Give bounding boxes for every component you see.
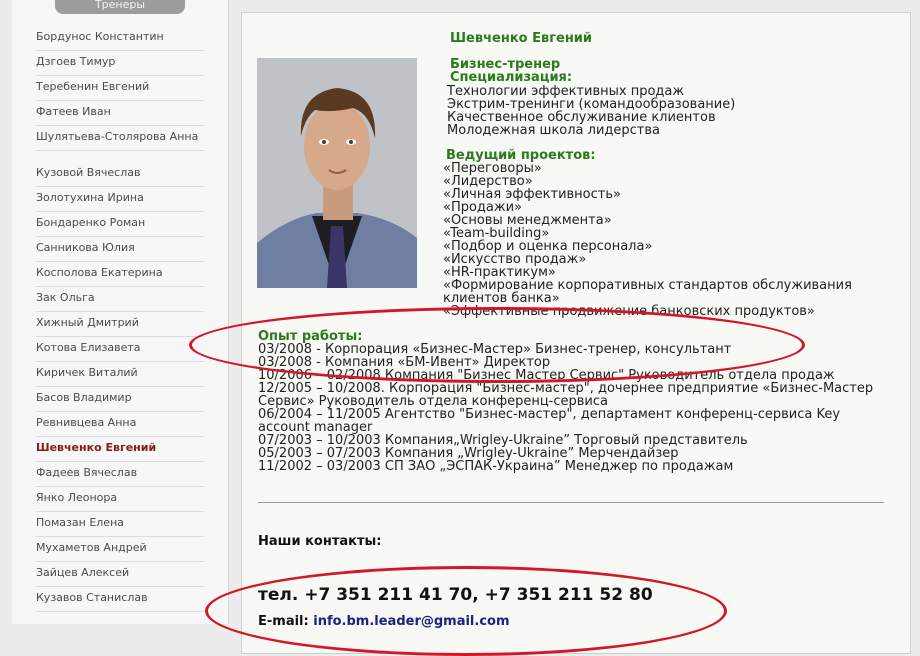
sidebar-item-trainer[interactable]: Зак Ольга [36,292,204,312]
sidebar-item-trainer[interactable]: Киричек Виталий [36,367,204,387]
sidebar-item-trainer[interactable]: Теребенин Евгений [36,81,204,101]
sidebar-item-trainer[interactable]: Санникова Юлия [36,242,204,262]
trainers-sidebar: Тренеры Бордунос Константин Дзгоев Тимур Т… [12,0,229,624]
sidebar-item-trainer[interactable]: Шевченко Евгений [36,442,204,462]
sidebar-header: Тренеры [55,0,185,14]
sidebar-item-trainer[interactable]: Бондаренко Роман [36,217,204,237]
specialization-heading: Специализация: [450,70,573,85]
trainer-name: Шевченко Евгений [450,31,593,46]
sidebar-item-trainer[interactable]: Дзгоев Тимур [36,56,204,76]
sidebar-item-trainer[interactable]: Помазан Елена [36,517,204,537]
sidebar-item-trainer[interactable]: Ревнивцева Анна [36,417,204,437]
highlight-oval-experience [189,307,805,383]
sidebar-item-trainer[interactable]: Шулятьева-Столярова Анна [36,131,204,151]
contacts-heading: Наши контакты: [258,534,382,549]
sidebar-item-trainer[interactable]: Косполова Екатерина [36,267,204,287]
sidebar-item-trainer[interactable]: Золотухина Ирина [36,192,204,212]
sidebar-item-trainer[interactable]: Басов Владимир [36,392,204,412]
sidebar-item-trainer[interactable]: Хижный Дмитрий [36,317,204,337]
sidebar-item-trainer[interactable]: Мухаметов Андрей [36,542,204,562]
highlight-oval-contacts [205,566,727,656]
section-divider [258,502,884,503]
experience-line: 11/2002 – 03/2003 СП ЗАО „ЭСПАК-Украина”… [258,459,734,474]
sidebar-item-trainer[interactable]: Зайцев Алексей [36,567,204,587]
sidebar-item-trainer[interactable]: Янко Леонора [36,492,204,512]
sidebar-item-trainer[interactable]: Кузавов Станислав [36,592,204,612]
trainer-portrait-image [257,58,417,288]
sidebar-item-trainer[interactable]: Кузовой Вячеслав [36,167,204,187]
specialization-item: Молодежная школа лидерства [447,123,661,138]
sidebar-item-trainer[interactable]: Фатеев Иван [36,106,204,126]
sidebar-item-trainer[interactable]: Котова Елизавета [36,342,204,362]
sidebar-item-trainer[interactable]: Бордунос Константин [36,31,204,51]
trainer-photo [257,58,417,288]
sidebar-item-trainer[interactable]: Фадеев Вячеслав [36,467,204,487]
